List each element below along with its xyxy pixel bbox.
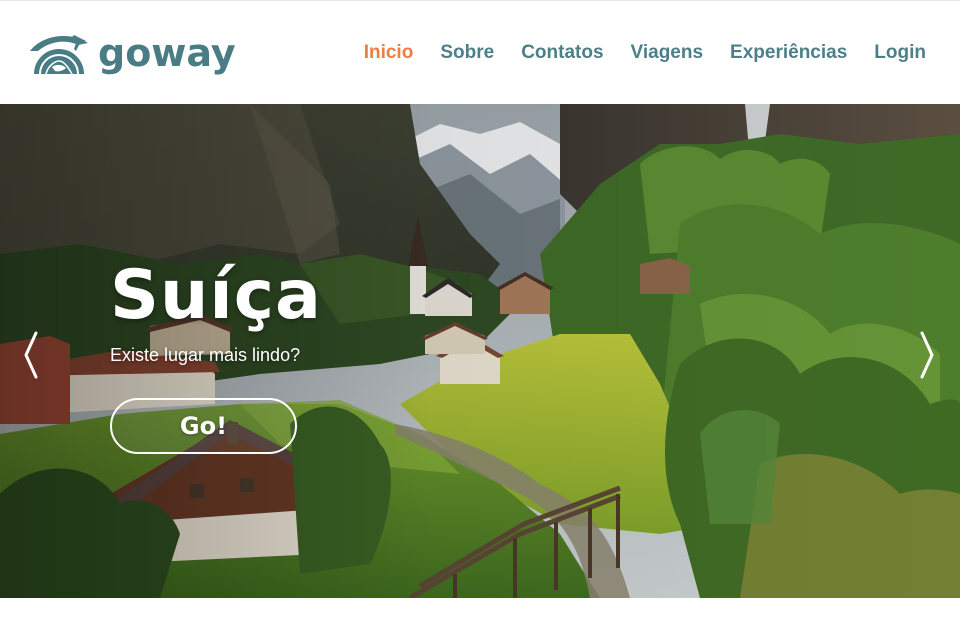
- hero-carousel: Suíça Existe lugar mais lindo? Go!: [0, 104, 960, 598]
- brand-name: goway: [98, 31, 236, 75]
- logo[interactable]: goway: [28, 31, 236, 75]
- hero-title: Suíça: [110, 256, 322, 335]
- carousel-next-button[interactable]: [916, 330, 938, 380]
- nav-link-experiencias[interactable]: Experiências: [730, 39, 847, 67]
- nav-link-inicio[interactable]: Inicio: [364, 39, 414, 67]
- nav-link-login[interactable]: Login: [874, 39, 926, 67]
- page-body: [0, 598, 960, 640]
- nav-link-viagens[interactable]: Viagens: [631, 39, 704, 67]
- hero-subtitle: Existe lugar mais lindo?: [110, 345, 301, 365]
- carousel-prev-button[interactable]: [20, 330, 42, 380]
- chevron-left-icon: [24, 331, 38, 379]
- main-nav: Inicio Sobre Contatos Viagens Experiênci…: [364, 39, 926, 67]
- chevron-right-icon: [920, 331, 934, 379]
- nav-link-sobre[interactable]: Sobre: [440, 39, 494, 67]
- nav-link-contatos[interactable]: Contatos: [521, 39, 603, 67]
- go-button[interactable]: Go!: [110, 398, 297, 454]
- globe-airplane-icon: [30, 35, 88, 75]
- site-header: goway Inicio Sobre Contatos Viagens Expe…: [0, 0, 960, 104]
